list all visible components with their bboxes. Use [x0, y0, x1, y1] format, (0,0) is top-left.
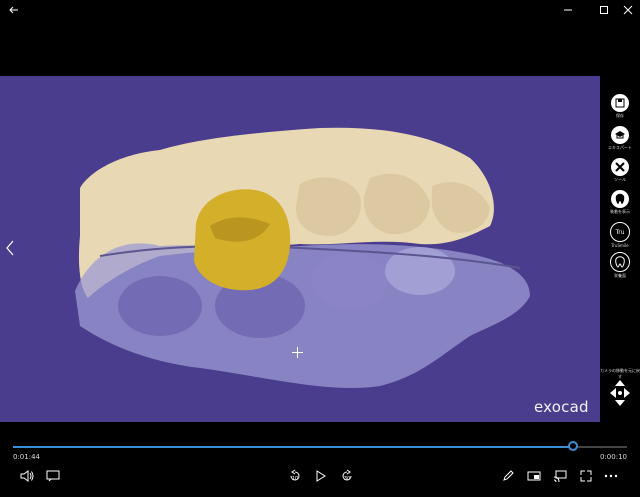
camera-move-icon[interactable]	[608, 378, 632, 408]
seek-bar-progress	[13, 446, 573, 448]
sidebar-item-trusmile[interactable]: Tru TruSmile	[600, 222, 640, 252]
save-icon	[611, 94, 629, 112]
skip-forward-button[interactable]: 30	[336, 466, 358, 486]
sidebar-item-label: TruSmile	[611, 243, 629, 248]
mini-view-icon[interactable]	[523, 466, 545, 486]
crosshair-icon	[292, 343, 303, 358]
exocad-sidebar: 保存 エキスパート ツール 装着を表示 Tru TruSmile 栄養面 カメラ…	[600, 76, 640, 422]
dental-scan-render	[75, 127, 530, 389]
cast-icon[interactable]	[549, 466, 571, 486]
skip-forward-label: 30	[343, 476, 351, 482]
graduation-cap-icon	[611, 126, 629, 144]
sidebar-item-label: 栄養面	[614, 273, 626, 278]
skip-back-button[interactable]: 10	[284, 466, 306, 486]
title-bar	[0, 0, 640, 20]
play-button[interactable]	[310, 466, 332, 486]
sidebar-item-label: ツール	[614, 177, 626, 182]
sidebar-item-expert[interactable]: エキスパート	[600, 126, 640, 156]
fullscreen-icon[interactable]	[575, 466, 597, 486]
edit-pencil-icon[interactable]	[497, 466, 519, 486]
tooth-outline-icon	[610, 252, 630, 272]
exocad-logo: exocad	[534, 398, 589, 416]
sidebar-item-show-restoration[interactable]: 装着を表示	[600, 190, 640, 220]
sidebar-item-tools[interactable]: ツール	[600, 158, 640, 188]
maximize-button[interactable]	[592, 0, 616, 20]
close-button[interactable]	[616, 0, 640, 20]
lower-tooth	[312, 253, 388, 309]
minimize-button[interactable]	[556, 0, 580, 20]
tooth-icon	[611, 190, 629, 208]
tru-icon: Tru	[610, 222, 630, 242]
tools-icon	[611, 158, 629, 176]
back-arrow-icon[interactable]	[2, 0, 26, 20]
volume-icon[interactable]	[16, 466, 38, 486]
subtitles-icon[interactable]	[42, 466, 64, 486]
sidebar-item-label: エキスパート	[608, 145, 632, 150]
sidebar-item-save[interactable]: 保存	[600, 94, 640, 124]
skip-back-label: 10	[291, 476, 299, 482]
sidebar-item-surface[interactable]: 栄養面	[600, 252, 640, 282]
current-time: 0:01:44	[13, 453, 40, 461]
seek-bar[interactable]	[13, 441, 627, 451]
sidebar-item-label: 保存	[616, 113, 624, 118]
lower-tooth	[118, 276, 202, 336]
remaining-time: 0:00:10	[600, 453, 627, 461]
previous-arrow-icon[interactable]	[3, 238, 17, 258]
sidebar-item-label: 装着を表示	[610, 209, 630, 214]
seek-bar-thumb[interactable]	[567, 441, 578, 451]
more-options-icon[interactable]	[600, 466, 622, 486]
video-frame-viewport: exocad	[0, 76, 600, 422]
